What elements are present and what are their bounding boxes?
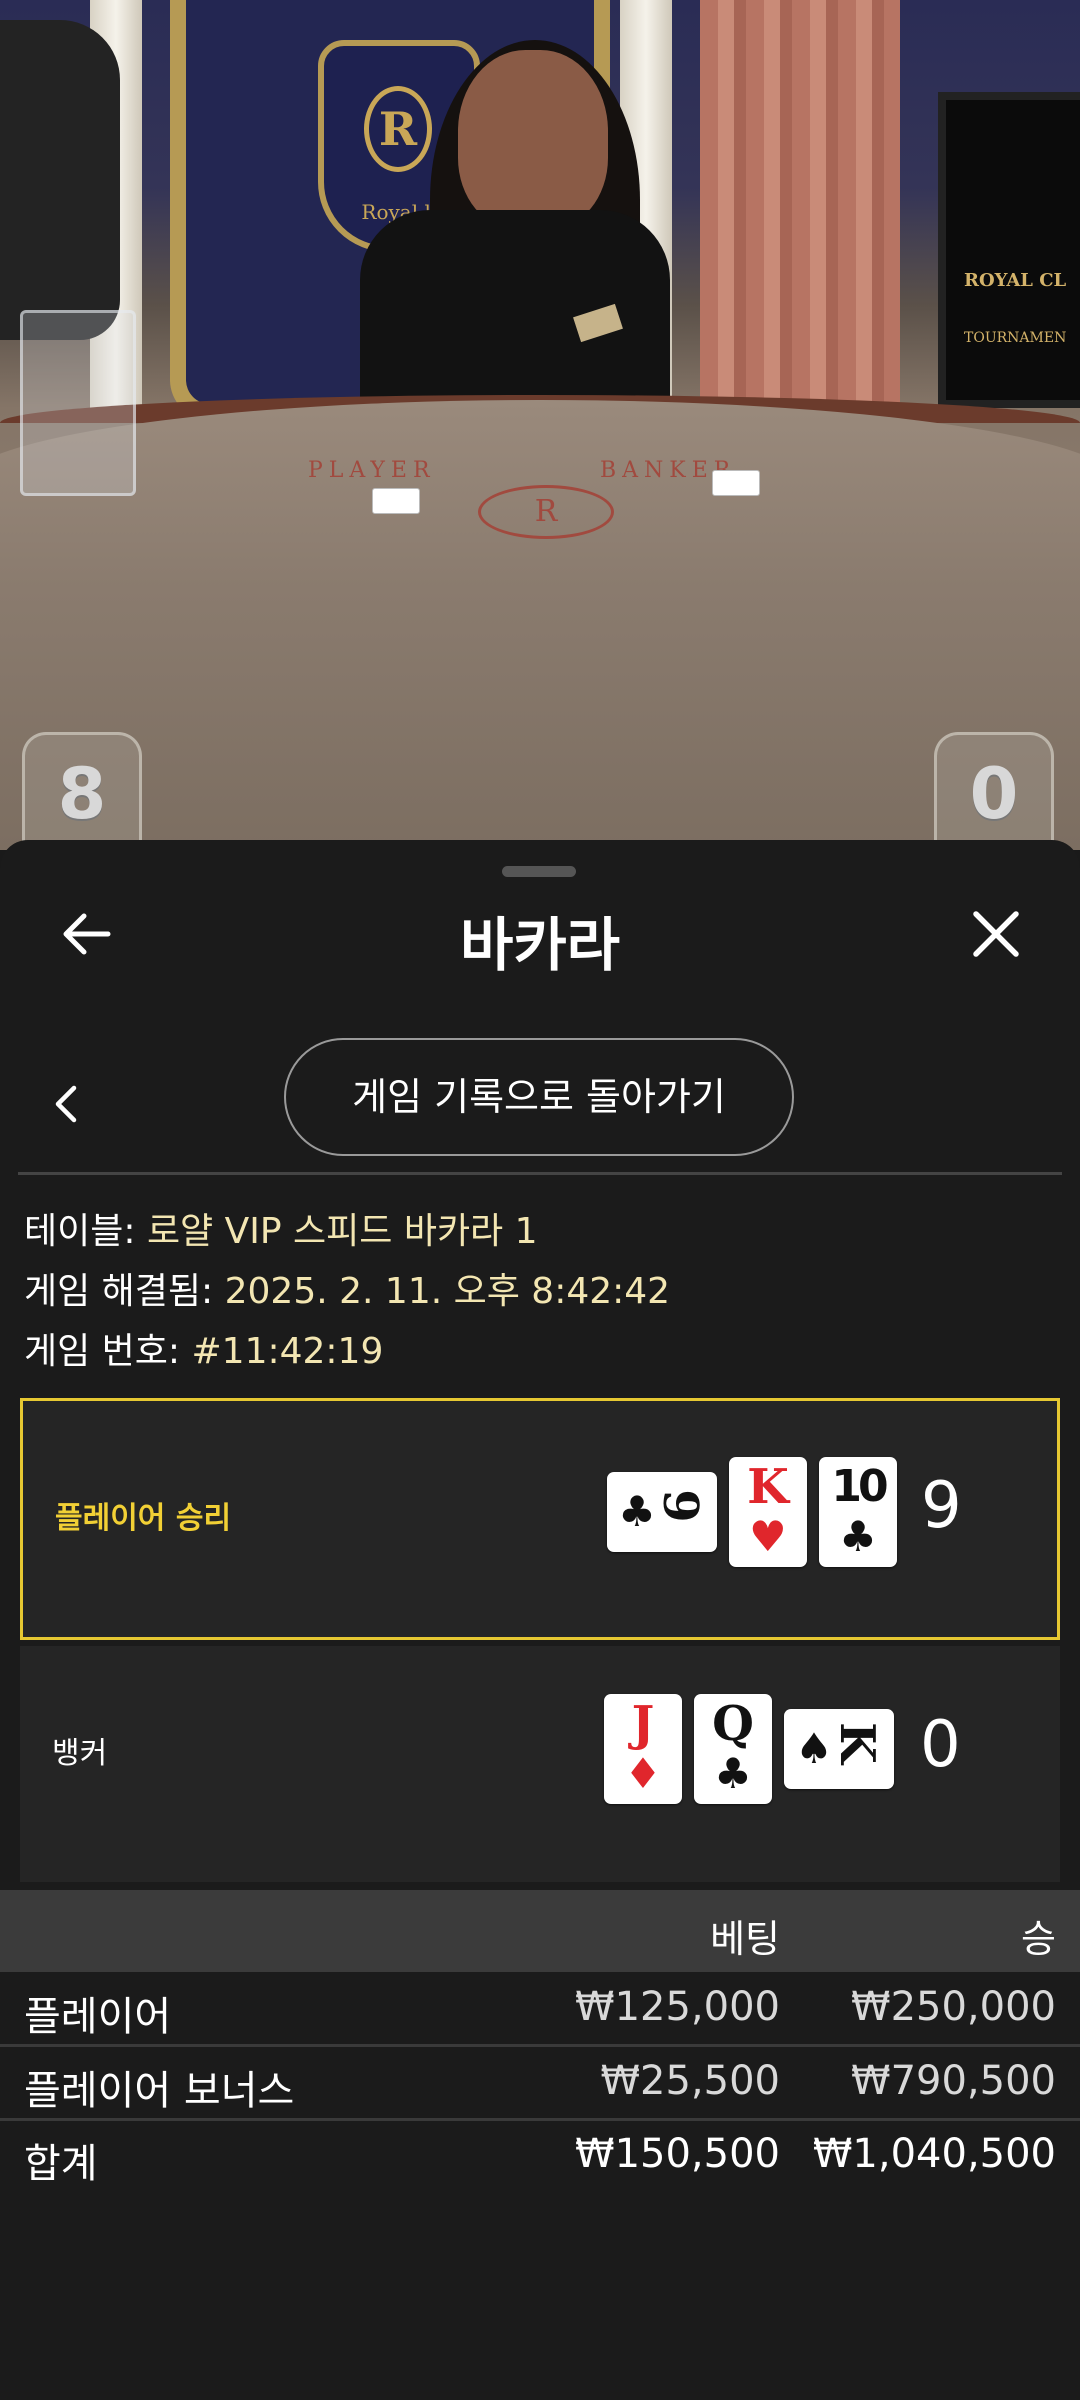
- game-number-label: 게임 번호:: [24, 1331, 192, 1372]
- playing-card: K ♠: [784, 1709, 894, 1789]
- win-column-header: 승: [1021, 1917, 1056, 1961]
- playing-card: J ♦: [604, 1694, 682, 1804]
- card-rank: 10: [831, 1461, 888, 1512]
- total-label: 합계: [24, 2141, 98, 2187]
- felt-player-label: PLAYER: [308, 458, 436, 483]
- drag-handle[interactable]: [502, 866, 576, 877]
- back-to-history-button[interactable]: 게임 기록으로 돌아가기: [284, 1038, 794, 1156]
- total-row: 합계 ₩150,500 ₩1,040,500: [0, 2121, 1080, 2191]
- banker-outcome-panel: 뱅커 J ♦ Q ♣ K ♠ 0: [20, 1646, 1060, 1882]
- bet-column-header: 베팅: [710, 1917, 780, 1961]
- table-card: [372, 488, 420, 514]
- resolved-value: 2025. 2. 11. 오후 8:42:42: [224, 1271, 671, 1312]
- live-video-stream: R Royal.k ROYAL CL TOURNAMEN PLAYER BANK…: [0, 0, 1080, 850]
- table-value: 로얄 VIP 스피드 바카라 1: [146, 1211, 538, 1252]
- banker-score: 0: [969, 753, 1019, 835]
- card-rank: 9: [652, 1489, 708, 1523]
- card-rank: K: [829, 1722, 885, 1764]
- card-shoe: [20, 310, 136, 496]
- playing-card: Q ♣: [694, 1694, 772, 1804]
- table-label: 테이블:: [24, 1211, 147, 1252]
- win-amount: ₩250,000: [851, 1984, 1056, 2030]
- card-suit: ♣: [714, 1749, 752, 1798]
- table-info: 테이블: 로얄 VIP 스피드 바카라 1: [24, 1202, 538, 1254]
- total-bet-amount: ₩150,500: [575, 2131, 780, 2177]
- table-row: 플레이어 보너스 ₩25,500 ₩790,500: [0, 2048, 1080, 2118]
- game-number-value: #11:42:19: [191, 1331, 384, 1372]
- player-outcome-label: 플레이어 승리: [55, 1501, 232, 1536]
- table-row: 플레이어 ₩125,000 ₩250,000: [0, 1974, 1080, 2044]
- person-arm: [0, 20, 120, 340]
- card-suit: ♦: [624, 1749, 662, 1798]
- player-score-tab: 8: [22, 732, 142, 850]
- monitor-text: ROYAL CL: [964, 270, 1067, 291]
- table-felt: [0, 400, 1080, 850]
- bet-row-label: 플레이어 보너스: [24, 2068, 295, 2114]
- player-outcome-panel: 플레이어 승리 9 ♣ K ♥ 10 ♣ 9: [20, 1398, 1060, 1640]
- win-amount: ₩790,500: [851, 2058, 1056, 2104]
- card-rank: Q: [712, 1696, 754, 1752]
- player-total: 9: [921, 1469, 962, 1543]
- bet-amount: ₩125,000: [575, 1984, 780, 2030]
- card-rank: K: [747, 1459, 789, 1515]
- page-title: 바카라: [459, 911, 621, 979]
- playing-card: 10 ♣: [819, 1457, 897, 1567]
- curtain: [700, 0, 900, 430]
- tournament-monitor: ROYAL CL TOURNAMEN: [938, 92, 1080, 408]
- card-rank: J: [631, 1696, 655, 1752]
- chevron-left-icon[interactable]: [48, 1080, 84, 1128]
- resolved-label: 게임 해결됨:: [24, 1271, 225, 1312]
- card-suit: ♣: [618, 1487, 656, 1536]
- card-suit: ♥: [749, 1512, 787, 1561]
- dealer-head: [458, 50, 608, 230]
- game-number-info: 게임 번호: #11:42:19: [24, 1322, 383, 1374]
- card-suit: ♠: [795, 1724, 833, 1773]
- plaque-letter: R: [364, 86, 432, 172]
- close-icon[interactable]: [966, 904, 1026, 964]
- resolved-info: 게임 해결됨: 2025. 2. 11. 오후 8:42:42: [24, 1262, 670, 1314]
- player-score: 8: [57, 753, 107, 835]
- card-suit: ♣: [839, 1512, 877, 1561]
- bets-table-header: 베팅 승: [0, 1890, 1080, 1972]
- felt-logo: R: [478, 485, 614, 539]
- row-divider: [0, 2044, 1080, 2047]
- divider: [18, 1172, 1062, 1175]
- monitor-subtext: TOURNAMEN: [964, 330, 1067, 346]
- bet-amount: ₩25,500: [600, 2058, 780, 2104]
- playing-card: 9 ♣: [607, 1472, 717, 1552]
- banker-score-tab: 0: [934, 732, 1054, 850]
- table-card: [712, 470, 760, 496]
- bet-row-label: 플레이어: [24, 1994, 172, 2040]
- banker-total: 0: [920, 1708, 961, 1782]
- playing-card: K ♥: [729, 1457, 807, 1567]
- total-win-amount: ₩1,040,500: [812, 2131, 1056, 2177]
- game-history-sheet: 바카라 게임 기록으로 돌아가기 테이블: 로얄 VIP 스피드 바카라 1 게…: [0, 840, 1080, 2400]
- banker-outcome-label: 뱅커: [52, 1736, 108, 1771]
